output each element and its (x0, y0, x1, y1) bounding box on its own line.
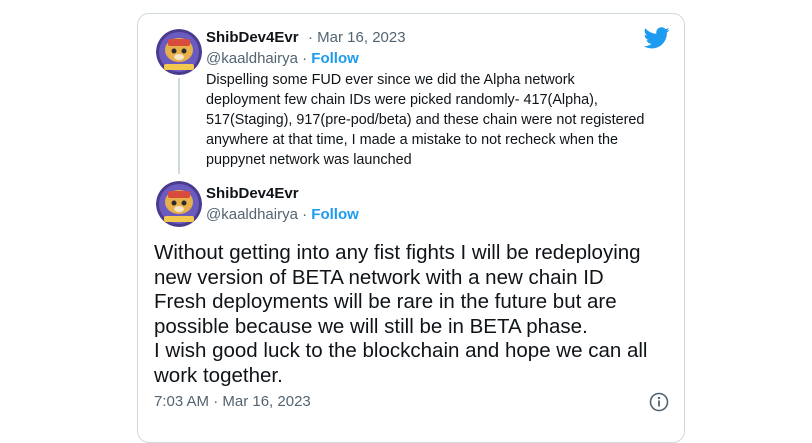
author-name[interactable]: ShibDev4Evr (206, 185, 299, 202)
author-handle-row: @kaaldhairya · Follow (206, 206, 359, 223)
tweet-date[interactable]: · Mar 16, 2023 (308, 29, 406, 46)
separator-dot: · (302, 50, 308, 67)
separator-dot: · (302, 206, 308, 223)
main-tweet-text: Without getting into any fist fights I w… (154, 241, 674, 388)
tweet-embed-card: ShibDev4Evr · Mar 16, 2023 @kaaldhairya … (137, 13, 685, 443)
twitter-bird-icon[interactable] (643, 27, 670, 49)
avatar[interactable] (156, 29, 202, 75)
tweet-text-line: anywhere at that time, I made a mistake … (206, 132, 618, 148)
tweet-text-line: deployment few chain IDs were picked ran… (206, 92, 598, 108)
tweet-text-line: Dispelling some FUD ever since we did th… (206, 72, 575, 88)
author-name[interactable]: ShibDev4Evr (206, 29, 299, 46)
date-text: Mar 16, 2023 (317, 29, 406, 46)
tweet-text-line: possible because we will still be in BET… (154, 314, 588, 338)
tweet-text-line: puppynet network was launched (206, 152, 412, 168)
quoted-tweet-text: Dispelling some FUD ever since we did th… (206, 70, 646, 170)
info-icon[interactable] (648, 391, 670, 413)
tweet-text-line: Without getting into any fist fights I w… (154, 241, 641, 264)
tweet-text-line: Fresh deployments will be rare in the fu… (154, 290, 617, 313)
tweet-timestamp[interactable]: 7:03 AM · Mar 16, 2023 (154, 393, 311, 410)
tweet-text-line: 517(Staging), 917(pre-pod/beta) and thes… (206, 112, 645, 128)
author-handle-row: @kaaldhairya · Follow (206, 50, 359, 67)
tweet-text-line: work together. (154, 363, 283, 387)
author-handle[interactable]: @kaaldhairya (206, 50, 298, 67)
thread-connector-line (178, 78, 180, 174)
follow-button[interactable]: Follow (311, 50, 359, 67)
author-handle[interactable]: @kaaldhairya (206, 206, 298, 223)
follow-button[interactable]: Follow (311, 206, 359, 223)
tweet-text-line: new version of BETA network with a new c… (154, 265, 604, 289)
tweet-text-line: I wish good luck to the blockchain and h… (154, 339, 648, 362)
separator-dot: · (308, 29, 313, 46)
avatar[interactable] (156, 181, 202, 227)
